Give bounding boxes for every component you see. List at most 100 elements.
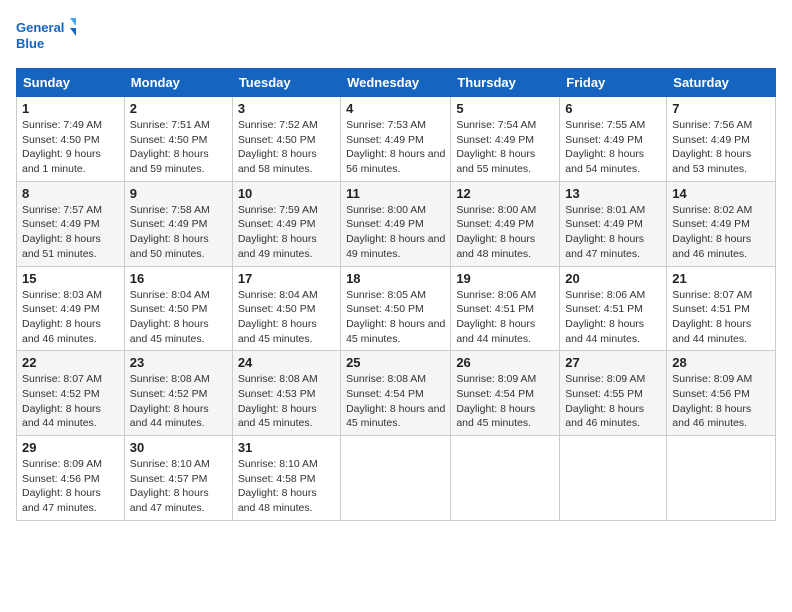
day-number: 29	[22, 440, 119, 455]
day-number: 26	[456, 355, 554, 370]
calendar-week-5: 29 Sunrise: 8:09 AM Sunset: 4:56 PM Dayli…	[17, 436, 776, 521]
day-number: 18	[346, 271, 445, 286]
day-info: Sunrise: 8:08 AM Sunset: 4:52 PM Dayligh…	[130, 372, 227, 431]
calendar-day-3: 3Sunrise: 7:52 AM Sunset: 4:50 PM Daylig…	[232, 97, 340, 182]
day-number: 1	[22, 101, 119, 116]
calendar-day-6: 6 Sunrise: 7:55 AM Sunset: 4:49 PM Daylig…	[560, 97, 667, 182]
calendar-day-12: 12 Sunrise: 8:00 AM Sunset: 4:49 PM Dayli…	[451, 181, 560, 266]
calendar-day-8: 8Sunrise: 7:57 AM Sunset: 4:49 PM Daylig…	[17, 181, 125, 266]
day-number: 25	[346, 355, 445, 370]
day-info: Sunrise: 8:10 AM Sunset: 4:57 PM Dayligh…	[130, 457, 227, 516]
day-number: 2	[130, 101, 227, 116]
calendar-day-27: 27 Sunrise: 8:09 AM Sunset: 4:55 PM Dayli…	[560, 351, 667, 436]
day-number: 8	[22, 186, 119, 201]
svg-text:Blue: Blue	[16, 36, 44, 51]
day-info: Sunrise: 7:53 AM Sunset: 4:49 PM Dayligh…	[346, 118, 445, 177]
calendar-day-22: 22 Sunrise: 8:07 AM Sunset: 4:52 PM Dayli…	[17, 351, 125, 436]
calendar-day-7: 7 Sunrise: 7:56 AM Sunset: 4:49 PM Daylig…	[667, 97, 776, 182]
day-info: Sunrise: 8:05 AM Sunset: 4:50 PM Dayligh…	[346, 288, 445, 347]
day-info: Sunrise: 8:09 AM Sunset: 4:56 PM Dayligh…	[22, 457, 119, 516]
day-number: 19	[456, 271, 554, 286]
day-info: Sunrise: 8:10 AM Sunset: 4:58 PM Dayligh…	[238, 457, 335, 516]
calendar-day-29: 29 Sunrise: 8:09 AM Sunset: 4:56 PM Dayli…	[17, 436, 125, 521]
day-info: Sunrise: 8:02 AM Sunset: 4:49 PM Dayligh…	[672, 203, 770, 262]
day-info: Sunrise: 8:00 AM Sunset: 4:49 PM Dayligh…	[346, 203, 445, 262]
day-number: 13	[565, 186, 661, 201]
day-info: Sunrise: 8:07 AM Sunset: 4:52 PM Dayligh…	[22, 372, 119, 431]
page-header: General Blue	[16, 16, 776, 56]
day-info: Sunrise: 8:08 AM Sunset: 4:54 PM Dayligh…	[346, 372, 445, 431]
calendar-day-18: 18 Sunrise: 8:05 AM Sunset: 4:50 PM Dayli…	[341, 266, 451, 351]
calendar-day-1: 1 Sunrise: 7:49 AM Sunset: 4:50 PM Daylig…	[17, 97, 125, 182]
calendar-day-21: 21Sunrise: 8:07 AM Sunset: 4:51 PM Dayli…	[667, 266, 776, 351]
calendar-day-5: 5Sunrise: 7:54 AM Sunset: 4:49 PM Daylig…	[451, 97, 560, 182]
calendar-header-saturday: Saturday	[667, 69, 776, 97]
calendar-day-16: 16 Sunrise: 8:04 AM Sunset: 4:50 PM Dayli…	[124, 266, 232, 351]
day-info: Sunrise: 8:00 AM Sunset: 4:49 PM Dayligh…	[456, 203, 554, 262]
calendar-day-19: 19 Sunrise: 8:06 AM Sunset: 4:51 PM Dayli…	[451, 266, 560, 351]
day-number: 15	[22, 271, 119, 286]
day-info: Sunrise: 8:09 AM Sunset: 4:54 PM Dayligh…	[456, 372, 554, 431]
day-info: Sunrise: 7:59 AM Sunset: 4:49 PM Dayligh…	[238, 203, 335, 262]
calendar-day-24: 24Sunrise: 8:08 AM Sunset: 4:53 PM Dayli…	[232, 351, 340, 436]
calendar-header-thursday: Thursday	[451, 69, 560, 97]
day-info: Sunrise: 8:04 AM Sunset: 4:50 PM Dayligh…	[130, 288, 227, 347]
day-number: 22	[22, 355, 119, 370]
day-number: 17	[238, 271, 335, 286]
day-number: 27	[565, 355, 661, 370]
calendar-day-15: 15 Sunrise: 8:03 AM Sunset: 4:49 PM Dayli…	[17, 266, 125, 351]
day-number: 20	[565, 271, 661, 286]
calendar-week-1: 1 Sunrise: 7:49 AM Sunset: 4:50 PM Daylig…	[17, 97, 776, 182]
calendar-week-3: 15 Sunrise: 8:03 AM Sunset: 4:49 PM Dayli…	[17, 266, 776, 351]
day-number: 14	[672, 186, 770, 201]
calendar-week-4: 22 Sunrise: 8:07 AM Sunset: 4:52 PM Dayli…	[17, 351, 776, 436]
day-number: 5	[456, 101, 554, 116]
day-number: 12	[456, 186, 554, 201]
day-info: Sunrise: 7:51 AM Sunset: 4:50 PM Dayligh…	[130, 118, 227, 177]
calendar-table: SundayMondayTuesdayWednesdayThursdayFrid…	[16, 68, 776, 521]
calendar-day-25: 25 Sunrise: 8:08 AM Sunset: 4:54 PM Dayli…	[341, 351, 451, 436]
calendar-header-sunday: Sunday	[17, 69, 125, 97]
day-info: Sunrise: 8:06 AM Sunset: 4:51 PM Dayligh…	[456, 288, 554, 347]
calendar-day-4: 4 Sunrise: 7:53 AM Sunset: 4:49 PM Daylig…	[341, 97, 451, 182]
calendar-header-row: SundayMondayTuesdayWednesdayThursdayFrid…	[17, 69, 776, 97]
day-number: 7	[672, 101, 770, 116]
day-number: 16	[130, 271, 227, 286]
day-number: 11	[346, 186, 445, 201]
calendar-header-wednesday: Wednesday	[341, 69, 451, 97]
day-info: Sunrise: 8:09 AM Sunset: 4:56 PM Dayligh…	[672, 372, 770, 431]
calendar-day-13: 13 Sunrise: 8:01 AM Sunset: 4:49 PM Dayli…	[560, 181, 667, 266]
day-info: Sunrise: 7:56 AM Sunset: 4:49 PM Dayligh…	[672, 118, 770, 177]
day-info: Sunrise: 8:03 AM Sunset: 4:49 PM Dayligh…	[22, 288, 119, 347]
calendar-header-tuesday: Tuesday	[232, 69, 340, 97]
calendar-header-friday: Friday	[560, 69, 667, 97]
day-number: 4	[346, 101, 445, 116]
calendar-empty-cell	[451, 436, 560, 521]
day-number: 30	[130, 440, 227, 455]
day-number: 6	[565, 101, 661, 116]
day-info: Sunrise: 8:06 AM Sunset: 4:51 PM Dayligh…	[565, 288, 661, 347]
day-number: 21	[672, 271, 770, 286]
calendar-header-monday: Monday	[124, 69, 232, 97]
calendar-day-28: 28Sunrise: 8:09 AM Sunset: 4:56 PM Dayli…	[667, 351, 776, 436]
day-info: Sunrise: 7:58 AM Sunset: 4:49 PM Dayligh…	[130, 203, 227, 262]
day-info: Sunrise: 8:04 AM Sunset: 4:50 PM Dayligh…	[238, 288, 335, 347]
calendar-day-31: 31 Sunrise: 8:10 AM Sunset: 4:58 PM Dayli…	[232, 436, 340, 521]
calendar-day-9: 9Sunrise: 7:58 AM Sunset: 4:49 PM Daylig…	[124, 181, 232, 266]
day-info: Sunrise: 7:49 AM Sunset: 4:50 PM Dayligh…	[22, 118, 119, 177]
logo-svg: General Blue	[16, 16, 76, 56]
logo: General Blue	[16, 16, 76, 56]
calendar-day-11: 11 Sunrise: 8:00 AM Sunset: 4:49 PM Dayli…	[341, 181, 451, 266]
calendar-empty-cell	[560, 436, 667, 521]
calendar-day-17: 17 Sunrise: 8:04 AM Sunset: 4:50 PM Dayli…	[232, 266, 340, 351]
day-info: Sunrise: 7:55 AM Sunset: 4:49 PM Dayligh…	[565, 118, 661, 177]
calendar-day-2: 2 Sunrise: 7:51 AM Sunset: 4:50 PM Daylig…	[124, 97, 232, 182]
calendar-day-30: 30 Sunrise: 8:10 AM Sunset: 4:57 PM Dayli…	[124, 436, 232, 521]
calendar-week-2: 8Sunrise: 7:57 AM Sunset: 4:49 PM Daylig…	[17, 181, 776, 266]
day-info: Sunrise: 8:08 AM Sunset: 4:53 PM Dayligh…	[238, 372, 335, 431]
day-info: Sunrise: 8:09 AM Sunset: 4:55 PM Dayligh…	[565, 372, 661, 431]
calendar-empty-cell	[667, 436, 776, 521]
day-info: Sunrise: 7:52 AM Sunset: 4:50 PM Dayligh…	[238, 118, 335, 177]
day-number: 31	[238, 440, 335, 455]
day-info: Sunrise: 8:01 AM Sunset: 4:49 PM Dayligh…	[565, 203, 661, 262]
